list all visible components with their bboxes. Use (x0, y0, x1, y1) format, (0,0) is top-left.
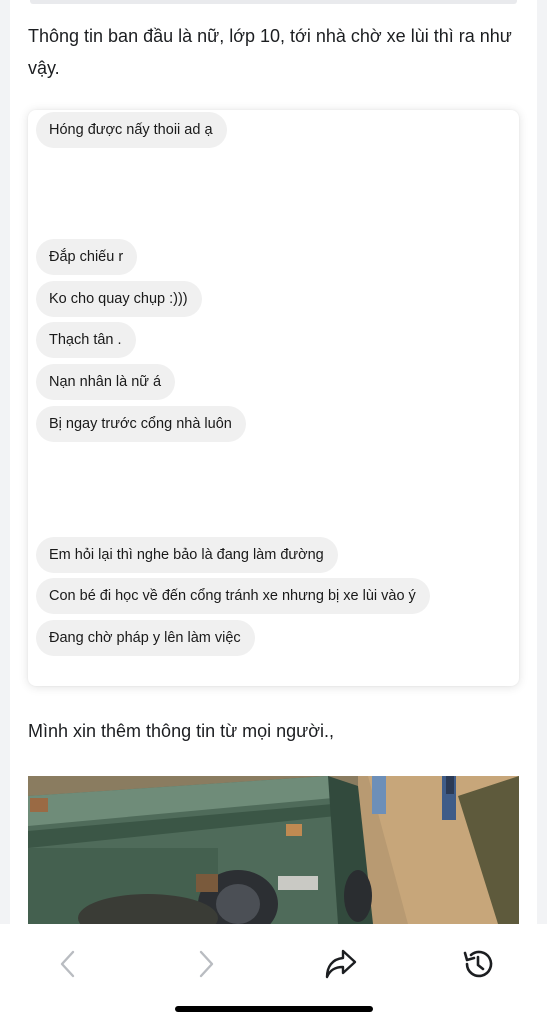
chevron-right-icon (199, 950, 214, 978)
follow-up-paragraph: Mình xin thêm thông tin từ mọi người., (28, 721, 335, 741)
home-indicator[interactable] (175, 1006, 373, 1012)
chat-bubble: Nạn nhân là nữ á (36, 364, 176, 400)
chat-bubble: Đang chờ pháp y lên làm việc (36, 620, 255, 656)
share-button[interactable] (313, 936, 369, 992)
previous-card-edge (30, 0, 517, 4)
chat-bubble: Con bé đi học về đến cổng tránh xe nhưng… (36, 578, 430, 614)
chat-bubble: Hóng được nấy thoii ad ạ (36, 112, 227, 148)
truck-photo[interactable] (28, 776, 519, 924)
chat-screenshot: Hóng được nấy thoii ad ạ Đắp chiếu r Ko … (28, 110, 519, 686)
forward-button[interactable] (178, 936, 234, 992)
chat-bubble: Em hỏi lại thì nghe bảo là đang làm đườn… (36, 537, 338, 573)
intro-paragraph: Thông tin ban đầu là nữ, lớp 10, tới nhà… (28, 26, 512, 78)
browser-toolbar (0, 924, 547, 1024)
chat-bubble: Thạch tân . (36, 322, 136, 358)
chat-bubble: Đắp chiếu r (36, 239, 138, 275)
history-clock-icon (463, 950, 493, 978)
back-button[interactable] (40, 936, 96, 992)
chat-bubble: Bị ngay trước cổng nhà luôn (36, 406, 246, 442)
share-arrow-icon (325, 949, 357, 979)
truck-photo-illustration (28, 776, 519, 924)
history-button[interactable] (450, 936, 506, 992)
chat-bubble: Ko cho quay chụp :))) (36, 281, 202, 317)
article-container: Thông tin ban đầu là nữ, lớp 10, tới nhà… (10, 0, 537, 924)
chevron-left-icon (60, 950, 75, 978)
